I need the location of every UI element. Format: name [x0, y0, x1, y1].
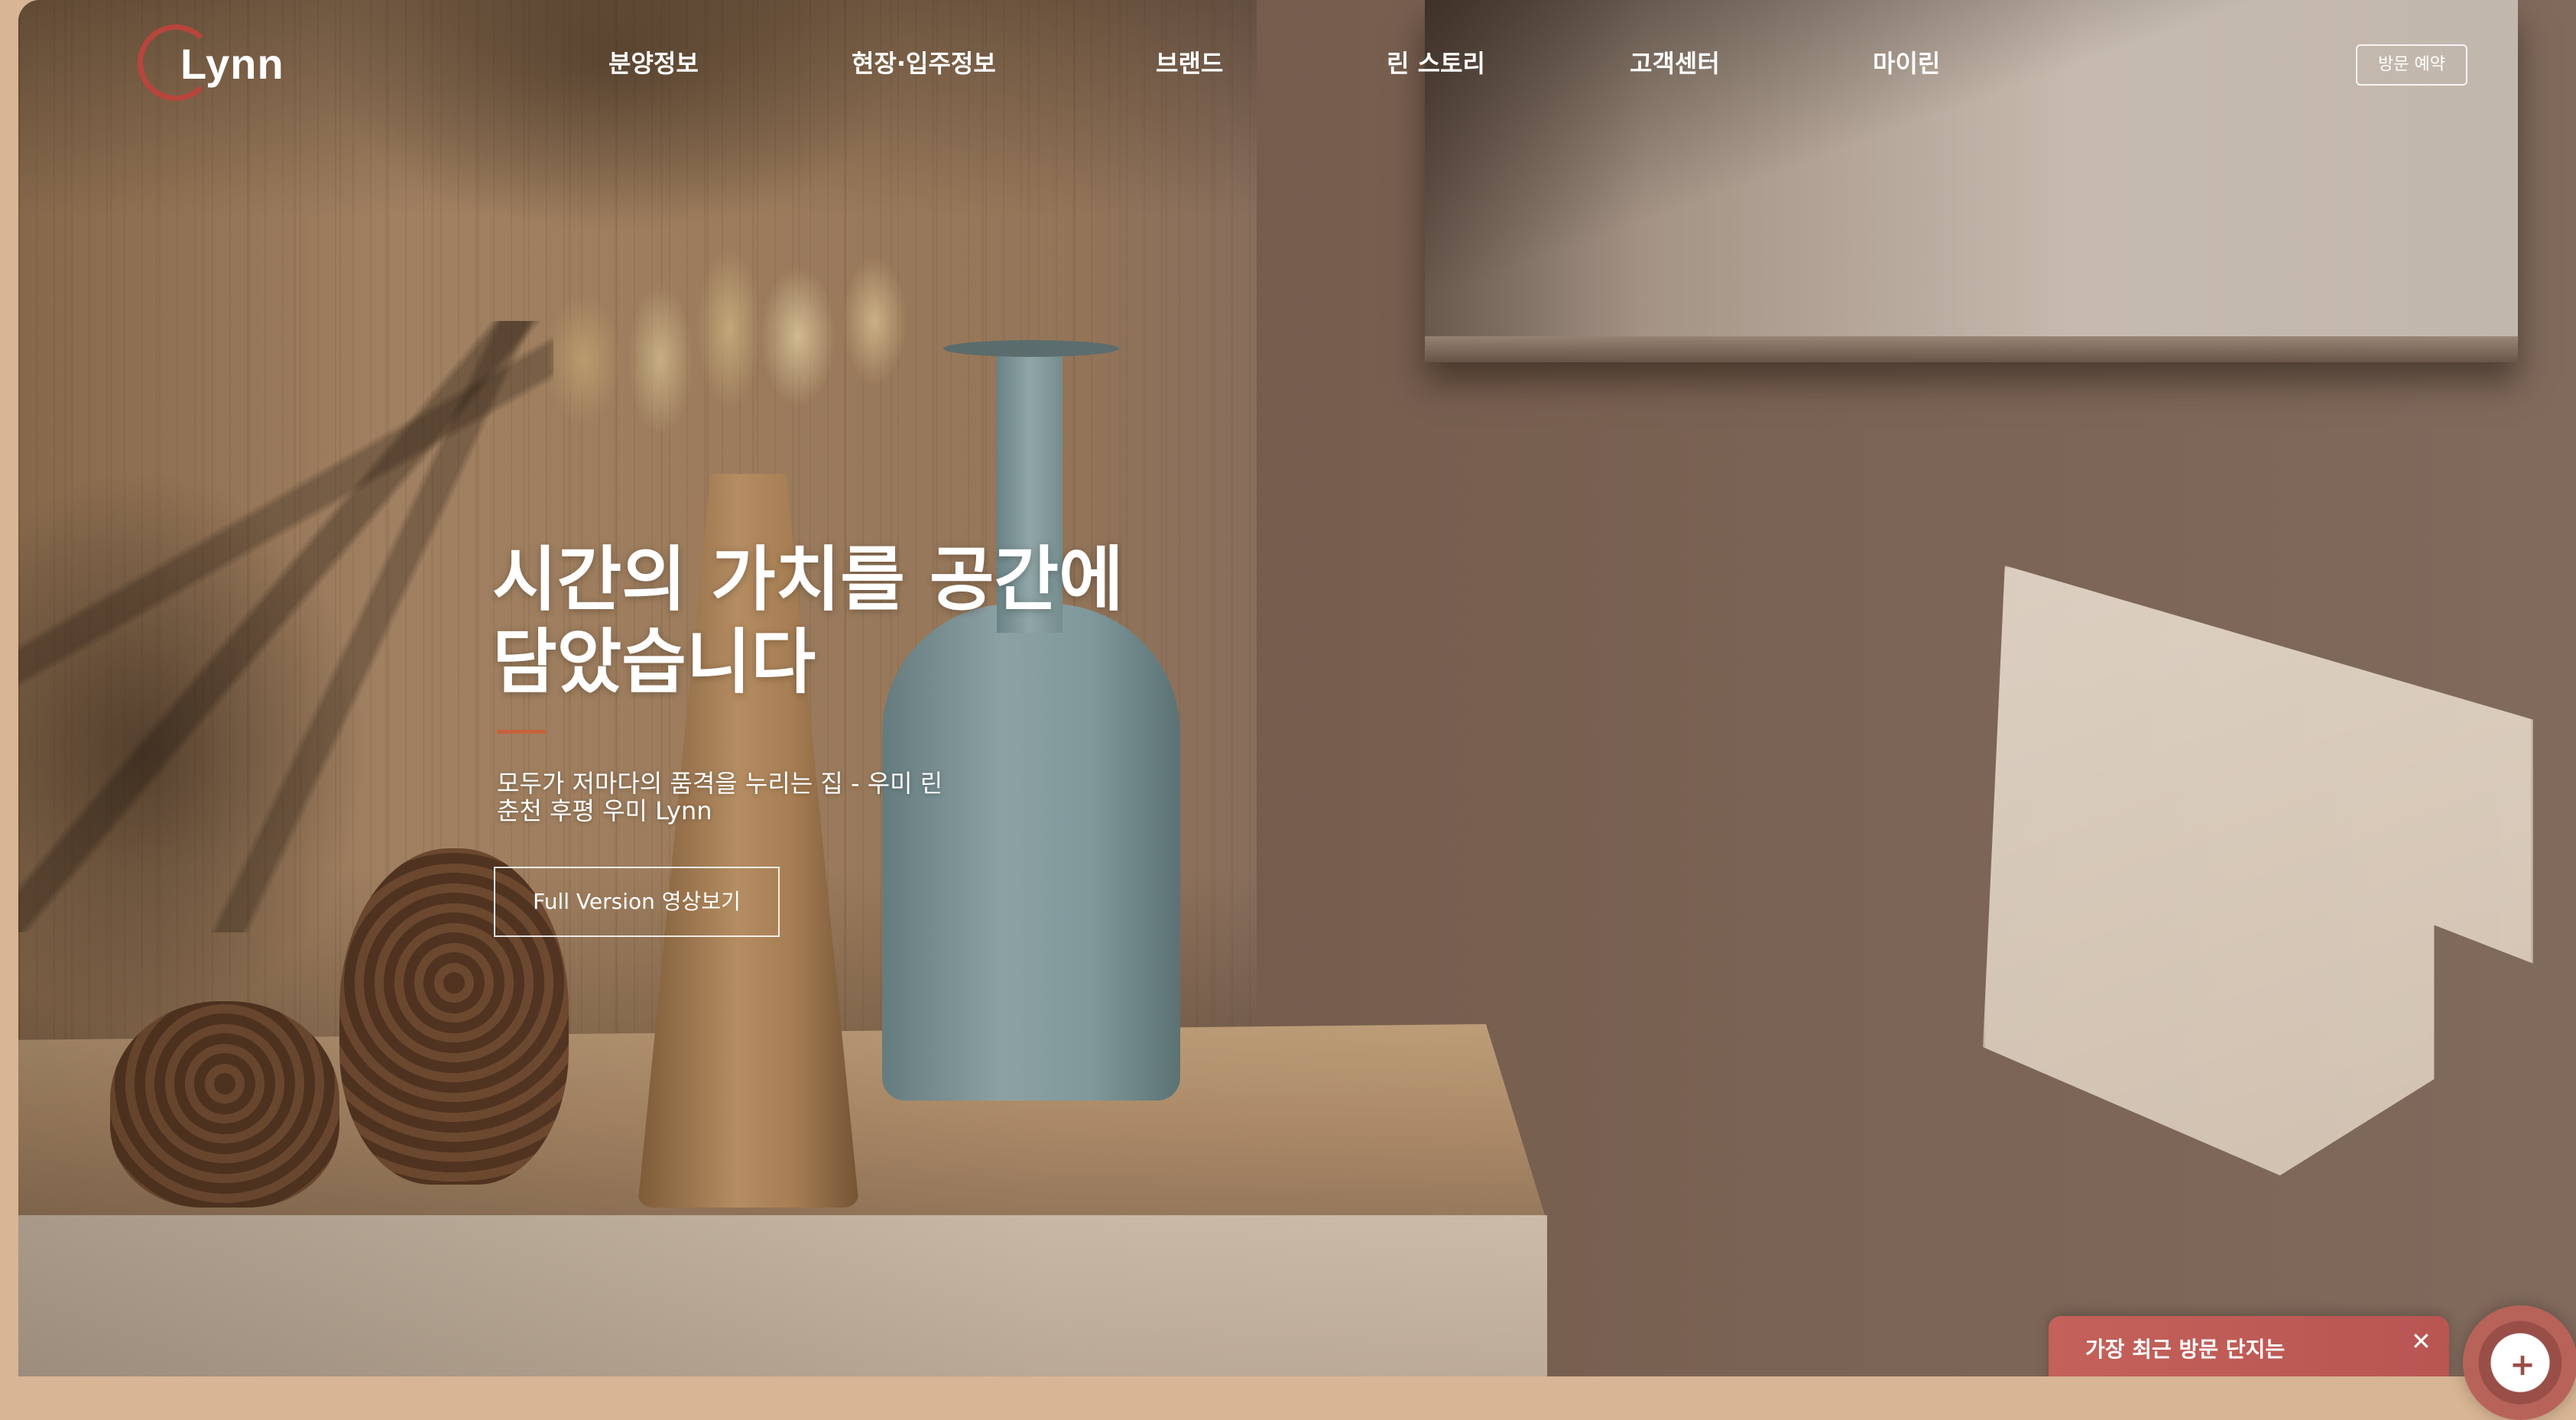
hero-subtitle-line1: 모두가 저마다의 품격을 누리는 집 - 우미 린 — [497, 769, 943, 798]
hero-subtitle-line2: 춘천 후평 우미 Lynn — [497, 796, 712, 825]
hero-divider — [497, 730, 546, 734]
visit-reservation-button[interactable]: 방문 예약 — [2356, 44, 2467, 86]
plus-icon: + — [2509, 1347, 2535, 1383]
recent-visit-toast[interactable]: 가장 최근 방문 단지는 ✕ — [2049, 1316, 2449, 1376]
hero-title: 시간의 가치를 공간에 담았습니다 — [492, 539, 1257, 704]
nav-item-brand[interactable]: 브랜드 — [1156, 44, 1223, 79]
nav-item-site-info[interactable]: 현장·입주정보 — [852, 44, 996, 79]
page-frame: Lynn 분양정보 현장·입주정보 브랜드 린 스토리 고객센터 마이린 방문 … — [18, 0, 2576, 1376]
hero-overlay — [18, 0, 2576, 1376]
nav-item-my-lynn[interactable]: 마이린 — [1873, 44, 1940, 79]
main-nav: 분양정보 현장·입주정보 브랜드 린 스토리 고객센터 마이린 — [18, 44, 2576, 83]
close-icon[interactable]: ✕ — [2411, 1327, 2432, 1356]
hero-title-line2: 담았습니다 — [492, 621, 816, 703]
nav-item-lynn-story[interactable]: 린 스토리 — [1387, 44, 1485, 79]
hero-title-line1: 시간의 가치를 공간에 — [492, 539, 1124, 621]
hero-subtitle: 모두가 저마다의 품격을 누리는 집 - 우미 린 춘천 후평 우미 Lynn — [497, 770, 942, 825]
toast-title: 가장 최근 방문 단지는 — [2085, 1337, 2286, 1362]
full-version-video-button[interactable]: Full Version 영상보기 — [494, 867, 780, 937]
nav-item-sales-info[interactable]: 분양정보 — [608, 44, 699, 79]
nav-item-customer-center[interactable]: 고객센터 — [1630, 44, 1720, 79]
